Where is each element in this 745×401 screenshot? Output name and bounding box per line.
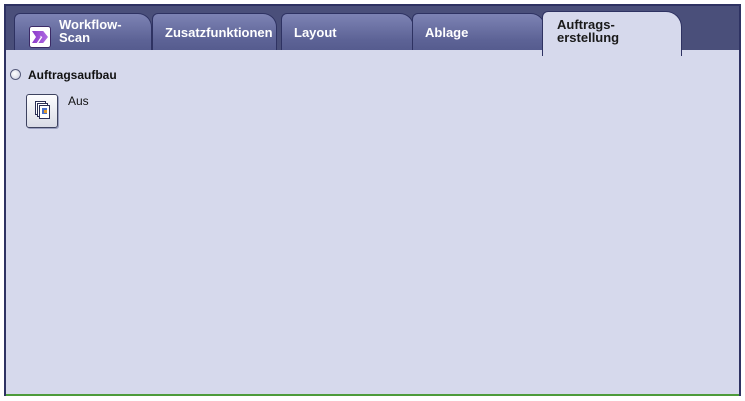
content-panel: Auftragsaufbau Aus bbox=[4, 50, 741, 396]
tab-ablage[interactable]: Ablage bbox=[412, 13, 545, 51]
tab-zusatzfunktionen[interactable]: Zusatzfunktionen bbox=[152, 13, 277, 51]
tab-zusatzfunktionen-label: Zusatzfunktionen bbox=[165, 25, 273, 40]
tab-workflow-scan[interactable]: Workflow- Scan bbox=[14, 13, 152, 51]
tab-ablage-label: Ablage bbox=[425, 25, 469, 40]
tab-layout-label: Layout bbox=[294, 25, 337, 40]
workflow-scan-icon bbox=[29, 26, 51, 48]
tab-bar: Workflow- Scan Zusatzfunktionen Layout Ab… bbox=[4, 4, 741, 56]
tab-layout[interactable]: Layout bbox=[281, 13, 414, 51]
tab-workflow-scan-label: Workflow- Scan bbox=[59, 17, 122, 45]
status-radio-icon bbox=[10, 69, 21, 80]
auftragsaufbau-button[interactable] bbox=[26, 94, 58, 128]
tab-auftragserstellung-label: Auftrags-erstellung bbox=[557, 17, 620, 45]
build-job-document-icon bbox=[35, 101, 51, 121]
feature-title: Auftragsaufbau bbox=[28, 68, 117, 82]
tab-auftragserstellung[interactable]: Auftrags-erstellung bbox=[542, 11, 682, 56]
app-frame: Workflow- Scan Zusatzfunktionen Layout Ab… bbox=[0, 0, 745, 401]
feature-value: Aus bbox=[68, 94, 89, 108]
